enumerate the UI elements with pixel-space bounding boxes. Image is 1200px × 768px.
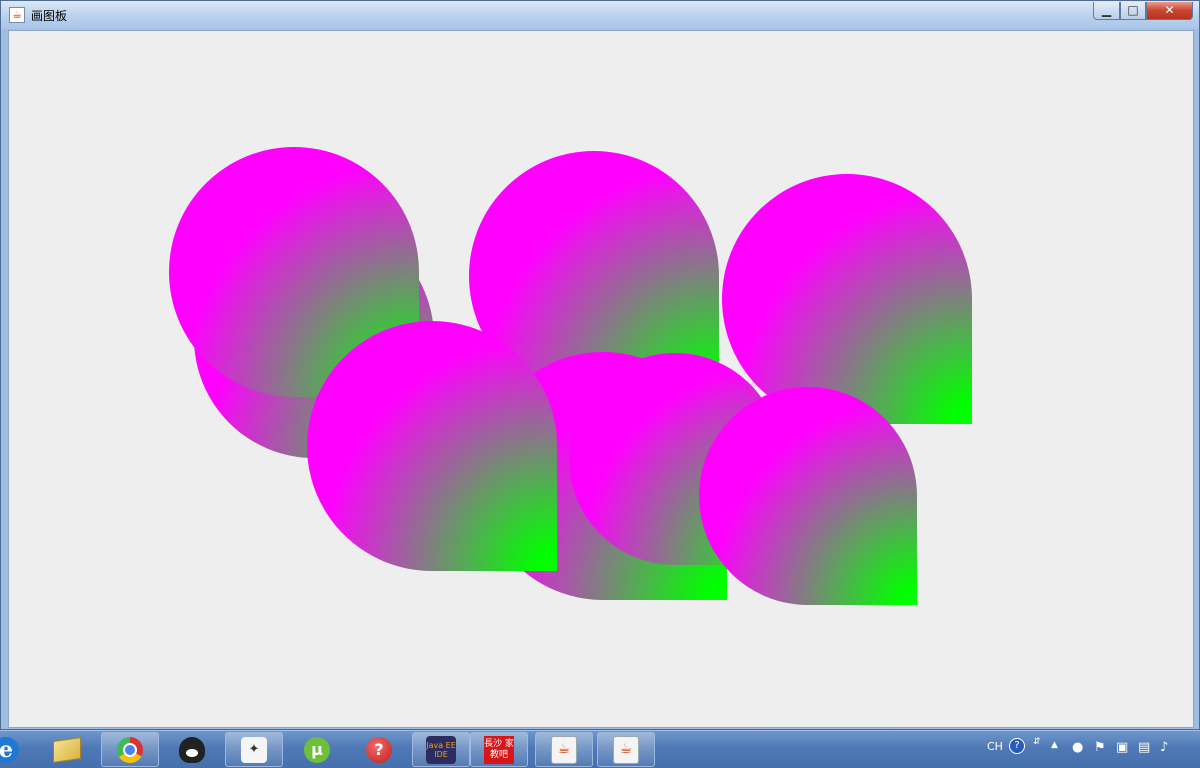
java-ee-ide-label: Java EE IDE bbox=[426, 735, 456, 764]
device-tray-icon[interactable]: ▣ bbox=[1116, 740, 1128, 755]
title-bar[interactable]: ☕ 画图板 ▁ □ ✕ bbox=[1, 1, 1199, 29]
chrome-icon[interactable] bbox=[101, 732, 159, 767]
language-indicator[interactable]: CH bbox=[987, 740, 1003, 753]
teardrop-shape bbox=[699, 387, 917, 605]
window-title: 画图板 bbox=[31, 9, 68, 23]
maximize-button[interactable]: □ bbox=[1120, 2, 1146, 20]
qq-penguin-icon[interactable] bbox=[163, 732, 221, 767]
utorrent-icon[interactable]: µ bbox=[288, 732, 346, 767]
action-center-flag-icon[interactable]: ⚑ bbox=[1094, 740, 1106, 755]
java-app-icon-2[interactable]: ☕ bbox=[597, 732, 655, 767]
ie-icon[interactable]: e bbox=[0, 732, 24, 767]
file-explorer-icon[interactable] bbox=[38, 732, 96, 767]
teardrop-shape bbox=[722, 174, 972, 424]
drawing-surface bbox=[169, 147, 972, 605]
network-updown-icon[interactable]: ⇵ bbox=[1033, 737, 1041, 747]
teardrop-shape bbox=[307, 321, 557, 571]
java-ee-ide-icon[interactable]: Java EE IDE bbox=[412, 732, 470, 767]
show-hidden-icons-arrow[interactable]: ▲ bbox=[1051, 740, 1058, 750]
help-icon[interactable]: ? bbox=[350, 732, 408, 767]
network-tray-icon[interactable]: ▤ bbox=[1138, 740, 1150, 755]
minimize-button[interactable]: ▁ bbox=[1093, 2, 1120, 20]
foxmail-icon[interactable]: ✦ bbox=[225, 732, 283, 767]
changsha-jiajiaoba-label: 長沙 家教吧 bbox=[484, 735, 514, 764]
changsha-jiajiaoba-icon[interactable]: 長沙 家教吧 bbox=[470, 732, 528, 767]
volume-icon[interactable]: ♪ bbox=[1160, 740, 1168, 755]
app-window: ☕ 画图板 ▁ □ ✕ bbox=[0, 0, 1200, 730]
qq-tray-icon[interactable]: ● bbox=[1072, 740, 1083, 755]
java-app-icon: ☕ bbox=[9, 7, 25, 23]
drawing-canvas[interactable] bbox=[8, 30, 1194, 728]
help-tray-icon[interactable]: ? bbox=[1009, 738, 1025, 754]
taskbar: e ✦ µ ? Java EE IDE 長沙 家教吧 ☕ ☕ CH ? ⇵ ▲ … bbox=[0, 730, 1200, 768]
close-button[interactable]: ✕ bbox=[1146, 2, 1193, 20]
java-app-icon-1[interactable]: ☕ bbox=[535, 732, 593, 767]
system-tray: CH ? ⇵ ▲ ● ⚑ ▣ ▤ ♪ bbox=[980, 731, 1200, 768]
